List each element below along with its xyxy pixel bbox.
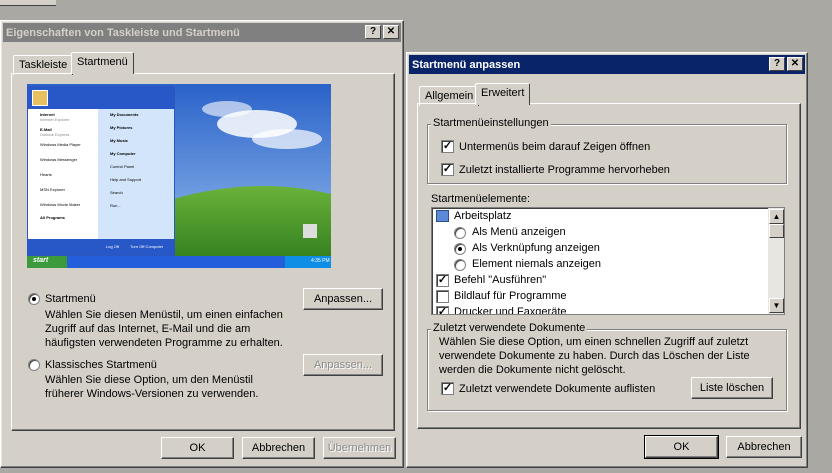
preview-clock: 4:35 PM: [311, 258, 330, 264]
scroll-thumb[interactable]: [769, 224, 784, 238]
preview-logoff: Log Off: [106, 244, 120, 249]
list-item-arbeitsplatz[interactable]: Arbeitsplatz: [454, 210, 511, 222]
preview-run: Run...: [110, 203, 121, 208]
dialog2-title: Startmenü anpassen: [412, 58, 521, 71]
cancel-button[interactable]: Abbrechen: [726, 436, 802, 458]
preview-control-panel: Control Panel: [110, 164, 135, 169]
list-item-link[interactable]: Als Verknüpfung anzeigen: [472, 242, 600, 254]
computer-icon: [436, 210, 449, 222]
recent-docs-label[interactable]: Zuletzt verwendete Dokumente auflisten: [459, 383, 655, 395]
taskbar-properties-dialog: Eigenschaften von Taskleiste und Startme…: [0, 20, 404, 468]
list-check-printers[interactable]: ✓: [436, 306, 449, 314]
settings-group-label: Startmenüeinstellungen: [431, 117, 551, 129]
customize-classic-button[interactable]: Anpassen...: [303, 354, 383, 376]
apply-button[interactable]: Übernehmen: [323, 437, 396, 459]
help-button[interactable]: ?: [769, 57, 785, 71]
list-item-menu[interactable]: Als Menü anzeigen: [472, 226, 566, 238]
startmenu-desc-line1: Wählen Sie diesen Menüstil, um einen ein…: [45, 309, 283, 321]
recent-desc-line2: verwendete Dokumente zu haben. Durch das…: [439, 350, 750, 362]
preview-user-bar: [28, 87, 174, 109]
tab-taskleiste[interactable]: Taskleiste: [13, 55, 74, 75]
preview-item-moviemaker: Windows Movie Maker: [40, 202, 81, 207]
dialog2-titlebar[interactable]: Startmenü anpassen ? ✕: [409, 55, 805, 74]
customize-startmenu-dialog: Startmenü anpassen ? ✕ Allgemein Erweite…: [406, 52, 808, 468]
preview-item-msn: MSN Explorer: [40, 187, 65, 192]
ok-button[interactable]: OK: [161, 437, 234, 459]
preview-my-music: My Music: [110, 138, 129, 143]
recent-docs-checkbox[interactable]: ✓: [441, 382, 454, 395]
preview-item-messenger: Windows Messenger: [40, 157, 78, 162]
preview-pinned-internet-sub: Internet Explorer: [40, 117, 70, 122]
preview-left-column: Internet Internet Explorer E-Mail Outloo…: [28, 109, 98, 239]
tab-startmenue[interactable]: Startmenü: [71, 52, 134, 74]
startmenu-option-label[interactable]: Startmenü: [45, 293, 96, 305]
list-check-scroll[interactable]: [436, 290, 449, 303]
scroll-up-icon[interactable]: ▲: [769, 209, 784, 224]
customize-startmenu-button[interactable]: Anpassen...: [303, 288, 383, 310]
startmenu-desc-line3: häufigsten verwendeten Programme zu erha…: [45, 337, 283, 349]
preview-right-column: My Documents My Pictures My Music My Com…: [98, 109, 174, 239]
dialog1-titlebar[interactable]: Eigenschaften von Taskleiste und Startme…: [3, 23, 401, 42]
preview-item-hearts: Hearts: [40, 172, 52, 177]
recent-desc-line3: werden die Dokumente nicht gelöscht.: [439, 364, 626, 376]
help-button[interactable]: ?: [365, 25, 381, 39]
preview-bottom-bar: Log Off Turn Off Computer: [28, 239, 174, 255]
recent-desc-line1: Wählen Sie diese Option, um einen schnel…: [439, 336, 749, 348]
preview-start-button: start: [33, 257, 49, 264]
startmenu-radio[interactable]: [28, 293, 40, 305]
preview-pinned-email-sub: Outlook Express: [40, 132, 70, 137]
preview-startmenu: Internet Internet Explorer E-Mail Outloo…: [27, 86, 175, 256]
preview-item-wmp: Windows Media Player: [40, 142, 81, 147]
preview-my-pictures: My Pictures: [110, 125, 133, 130]
classic-option-label[interactable]: Klassisches Startmenü: [45, 359, 157, 371]
classic-desc-line2: früherer Windows-Versionen zu verwenden.: [45, 388, 259, 400]
list-item-never[interactable]: Element niemals anzeigen: [472, 258, 601, 270]
list-radio-menu[interactable]: [454, 227, 466, 239]
cancel-button[interactable]: Abbrechen: [242, 437, 315, 459]
highlight-new-label[interactable]: Zuletzt installierte Programme hervorheb…: [459, 164, 670, 176]
list-item-scroll[interactable]: Bildlauf für Programme: [454, 290, 567, 302]
close-button[interactable]: ✕: [787, 57, 803, 71]
highlight-new-checkbox[interactable]: ✓: [441, 163, 454, 176]
classic-startmenu-radio[interactable]: [28, 359, 40, 371]
startmenu-items-list[interactable]: Arbeitsplatz Als Menü anzeigen Als Verkn…: [431, 207, 785, 315]
list-radio-never[interactable]: [454, 259, 466, 271]
list-check-run[interactable]: ✓: [436, 274, 449, 287]
tab-erweitert[interactable]: Erweitert: [475, 83, 531, 105]
submenu-hover-checkbox[interactable]: ✓: [441, 140, 454, 153]
user-picture-icon: [32, 90, 48, 106]
list-item-printers[interactable]: Drucker und Faxgeräte: [454, 306, 567, 314]
submenu-hover-label[interactable]: Untermenüs beim darauf Zeigen öffnen: [459, 141, 650, 153]
startmenu-preview: Internet Internet Explorer E-Mail Outloo…: [27, 84, 331, 268]
background-window-edge: [0, 0, 56, 6]
list-item-run[interactable]: Befehl "Ausführen": [454, 274, 546, 286]
classic-desc-line1: Wählen Sie diese Option, um den Menüstil: [45, 374, 253, 386]
preview-all-programs: All Programs: [40, 215, 65, 220]
startmenu-desc-line2: Zugriff auf das Internet, E-Mail und die…: [45, 323, 251, 335]
preview-my-computer: My Computer: [110, 151, 136, 156]
preview-search: Search: [110, 190, 123, 195]
close-button[interactable]: ✕: [383, 25, 399, 39]
scroll-down-icon[interactable]: ▼: [769, 298, 784, 313]
list-radio-link[interactable]: [454, 243, 466, 255]
recent-docs-group-label: Zuletzt verwendete Dokumente: [431, 322, 588, 334]
dialog1-title: Eigenschaften von Taskleiste und Startme…: [6, 26, 240, 39]
startmenu-items-label: Startmenüelemente:: [431, 193, 531, 205]
preview-my-documents: My Documents: [110, 112, 139, 117]
preview-help: Help and Support: [110, 177, 142, 182]
ok-button[interactable]: OK: [644, 435, 719, 459]
clear-list-button[interactable]: Liste löschen: [691, 377, 773, 399]
preview-turnoff: Turn Off Computer: [130, 244, 164, 249]
